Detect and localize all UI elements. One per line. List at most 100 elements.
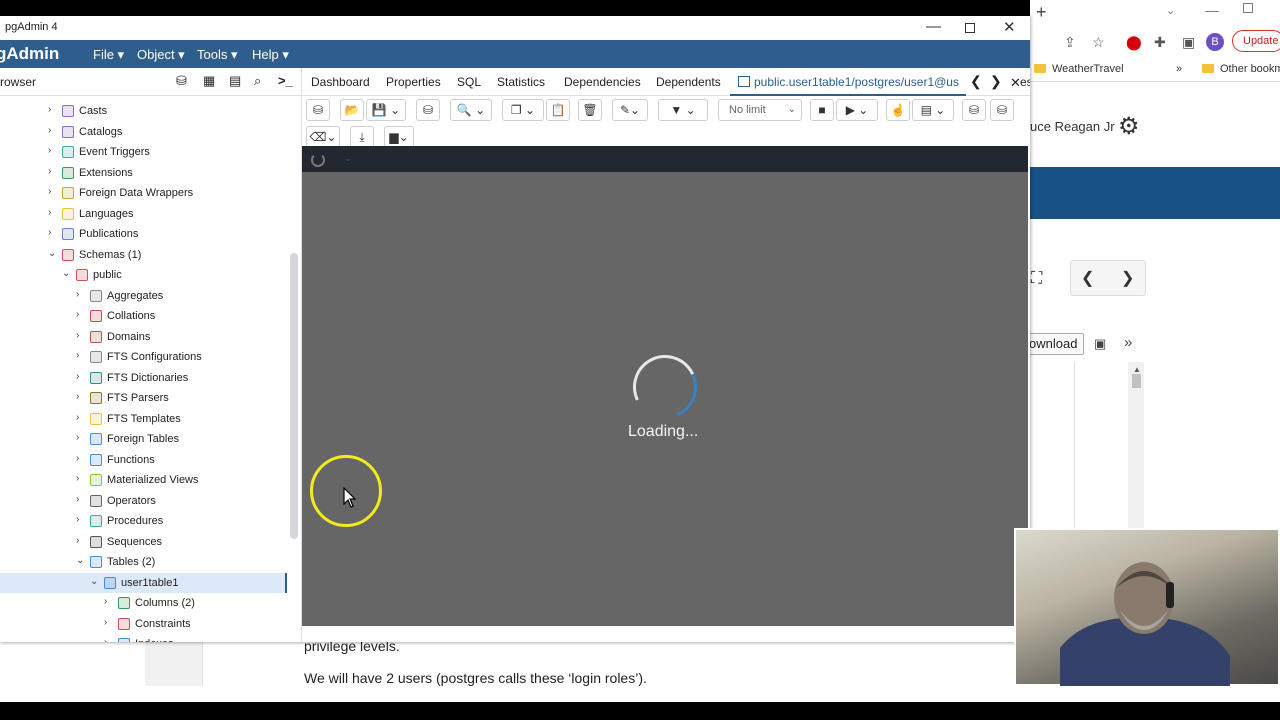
chevron-right-icon[interactable]: › xyxy=(48,207,51,218)
tree-node[interactable]: › FTS Dictionaries xyxy=(0,368,287,388)
tab-next-partial[interactable]: es xyxy=(1020,75,1030,89)
filter-icon[interactable]: ▼ ⌄ xyxy=(658,99,708,121)
search-icon[interactable]: ⌕ xyxy=(254,73,261,89)
chrome-minimize-icon[interactable]: — xyxy=(1205,2,1219,18)
chevron-right-icon[interactable]: › xyxy=(76,391,79,402)
chevron-right-icon[interactable]: › xyxy=(76,330,79,341)
new-tab-icon[interactable]: + xyxy=(1036,2,1047,23)
gear-icon[interactable]: ⚙ xyxy=(1118,112,1140,141)
chevron-right-icon[interactable]: › xyxy=(76,432,79,443)
bookmark-other[interactable]: Other bookm xyxy=(1202,63,1280,75)
tree-node[interactable]: › Materialized Views xyxy=(0,470,287,490)
chevron-right-icon[interactable]: › xyxy=(48,166,51,177)
chevron-right-icon[interactable]: › xyxy=(76,494,79,505)
chevron-right-icon[interactable]: › xyxy=(48,227,51,238)
tab-dependencies[interactable]: Dependencies xyxy=(564,75,641,89)
execute-options-icon[interactable]: ⛁ xyxy=(306,99,330,121)
tree-node[interactable]: › FTS Parsers xyxy=(0,388,287,408)
tree-node[interactable]: ⌄ user1table1 xyxy=(0,572,287,593)
chevron-right-icon[interactable]: › xyxy=(76,514,79,525)
maximize-icon[interactable] xyxy=(965,23,975,33)
macros-icon[interactable]: ▆⌄ xyxy=(384,126,414,148)
share-icon[interactable]: ⇪ xyxy=(1064,34,1076,51)
open-file-icon[interactable]: 📂 xyxy=(340,99,364,121)
tab-scroll-left-icon[interactable]: ❮ xyxy=(970,73,982,90)
bookmark-star-icon[interactable]: ☆ xyxy=(1092,34,1105,51)
tree-node[interactable]: › Procedures xyxy=(0,511,287,531)
chevron-right-icon[interactable]: › xyxy=(48,104,51,115)
chevron-right-icon[interactable]: › xyxy=(76,309,79,320)
chevron-right-icon[interactable]: › xyxy=(104,617,107,628)
opera-extension-icon[interactable]: ⬤ xyxy=(1126,34,1142,51)
tree-node[interactable]: › Sequences xyxy=(0,532,287,552)
chevron-right-icon[interactable]: › xyxy=(104,596,107,607)
tree-node[interactable]: › Event Triggers xyxy=(0,142,287,162)
chevron-down-icon[interactable]: ⌄ xyxy=(76,555,84,566)
chevron-right-icon[interactable]: › xyxy=(104,637,107,642)
menu-object[interactable]: Object ▾ xyxy=(137,47,185,63)
download-icon[interactable]: ⤓ xyxy=(350,126,374,148)
more-tools-icon[interactable]: » xyxy=(1124,334,1132,351)
filter-table-icon[interactable]: ▤ xyxy=(229,73,241,89)
tree-node[interactable]: › Languages xyxy=(0,204,287,224)
sql-editor[interactable] xyxy=(302,146,1028,172)
chevron-right-icon[interactable]: › xyxy=(76,535,79,546)
clear-icon[interactable]: ⌫⌄ xyxy=(306,126,340,148)
copy-icon[interactable]: ❐ ⌄ xyxy=(502,99,544,121)
execute-icon[interactable]: ▶ ⌄ xyxy=(836,99,878,121)
chevron-right-icon[interactable]: › xyxy=(76,473,79,484)
tree-node[interactable]: ⌄ public xyxy=(0,265,287,285)
present-icon[interactable]: ▣ xyxy=(1094,336,1106,352)
stop-icon[interactable]: ■ xyxy=(810,99,834,121)
chevron-right-icon[interactable]: › xyxy=(76,371,79,382)
explain-analyze-icon[interactable]: ▤ ⌄ xyxy=(912,99,954,121)
tree-node[interactable]: › Columns (2) xyxy=(0,593,287,613)
tree-node[interactable]: › Indexes xyxy=(0,634,287,642)
tree-node[interactable]: › Catalogs xyxy=(0,122,287,142)
tree-node[interactable]: › Functions xyxy=(0,450,287,470)
chevron-down-icon[interactable]: ⌄ xyxy=(48,248,56,259)
delete-icon[interactable]: 🗑 xyxy=(578,99,602,121)
chevron-right-icon[interactable]: › xyxy=(48,125,51,136)
tab-scroll-right-icon[interactable]: ❯ xyxy=(990,73,1002,90)
save-file-icon[interactable]: 💾 ⌄ xyxy=(366,99,406,121)
tree-node[interactable]: › Operators xyxy=(0,491,287,511)
menu-tools[interactable]: Tools ▾ xyxy=(197,47,238,63)
commit-icon[interactable]: ⛁ xyxy=(962,99,986,121)
prev-page-icon[interactable]: ❮ xyxy=(1081,268,1094,288)
tab-search-icon[interactable]: ⌄ xyxy=(1166,4,1175,17)
minimize-icon[interactable]: — xyxy=(926,18,941,35)
chevron-right-icon[interactable]: › xyxy=(48,145,51,156)
chevron-right-icon[interactable]: › xyxy=(48,186,51,197)
database-icon[interactable]: ⛁ xyxy=(176,73,187,89)
tab-dependents[interactable]: Dependents xyxy=(656,75,721,89)
chrome-restore-icon[interactable] xyxy=(1243,3,1253,13)
tab-statistics[interactable]: Statistics xyxy=(497,75,545,89)
tree-scrollbar[interactable] xyxy=(290,253,298,539)
chevron-right-icon[interactable]: › xyxy=(76,350,79,361)
tree-node[interactable]: ⌄ Tables (2) xyxy=(0,552,287,572)
tree-node[interactable]: › FTS Templates xyxy=(0,409,287,429)
chevron-right-icon[interactable]: › xyxy=(76,453,79,464)
tree-node[interactable]: › FTS Configurations xyxy=(0,347,287,367)
find-icon[interactable]: 🔍 ⌄ xyxy=(450,99,492,121)
chevron-down-icon[interactable]: ⌄ xyxy=(90,576,98,587)
tree-node[interactable]: › Foreign Tables xyxy=(0,429,287,449)
chevron-right-icon[interactable]: › xyxy=(76,412,79,423)
close-icon[interactable]: ✕ xyxy=(1003,18,1016,36)
row-limit-select[interactable]: No limit ⌄ xyxy=(718,99,802,121)
tab-dashboard[interactable]: Dashboard xyxy=(311,75,370,89)
tree-node[interactable]: › Casts xyxy=(0,101,287,121)
menu-help[interactable]: Help ▾ xyxy=(252,47,289,63)
tree-node[interactable]: › Constraints xyxy=(0,614,287,634)
psql-terminal-icon[interactable]: >_ xyxy=(278,73,293,88)
edit-icon[interactable]: ✎⌄ xyxy=(612,99,648,121)
bookmark-weathertravel[interactable]: WeatherTravel xyxy=(1034,63,1124,75)
profile-avatar[interactable]: B xyxy=(1206,33,1224,51)
tree-node[interactable]: ⌄ Schemas (1) xyxy=(0,245,287,265)
explain-icon[interactable]: ☝ xyxy=(886,99,910,121)
tab-query-tool[interactable]: public.user1table1/postgres/user1@us xyxy=(730,68,966,96)
tab-properties[interactable]: Properties xyxy=(386,75,441,89)
tree-node[interactable]: › Collations xyxy=(0,306,287,326)
paste-icon[interactable]: 📋 xyxy=(546,99,570,121)
